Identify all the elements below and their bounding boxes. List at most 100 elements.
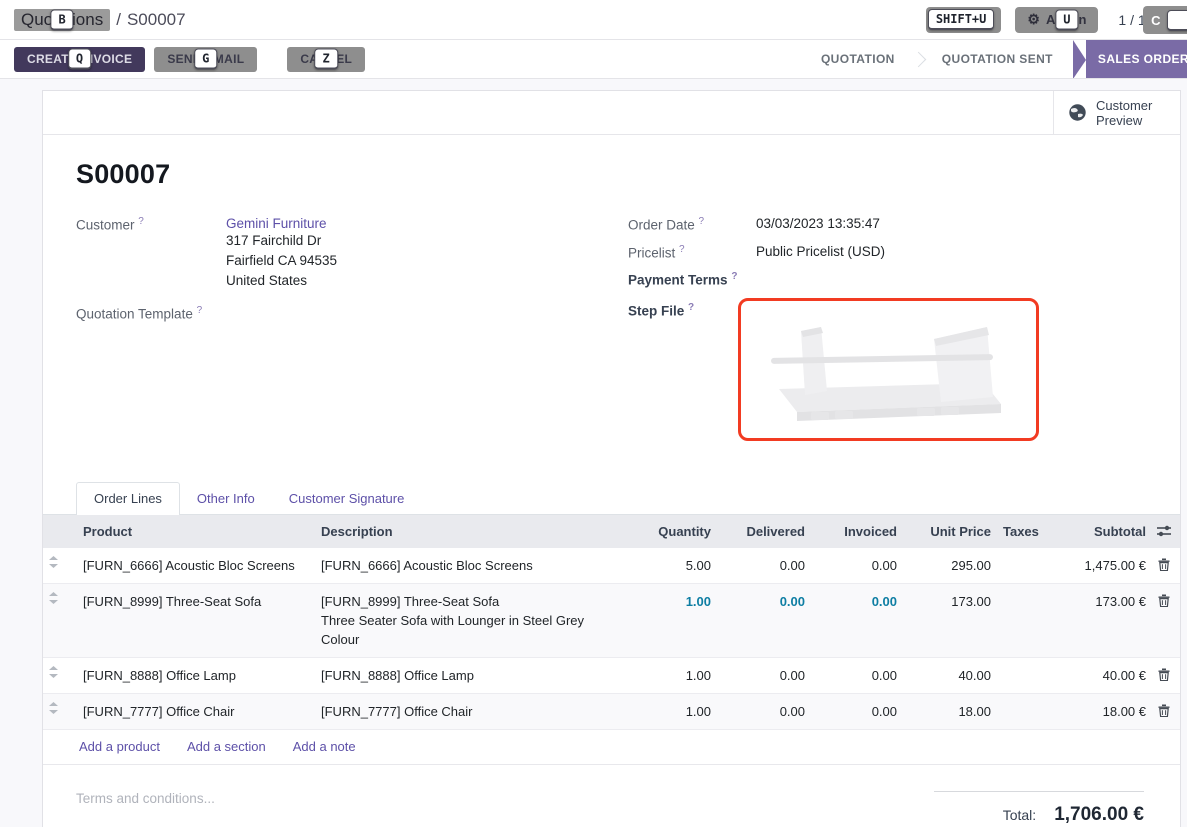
cell-product[interactable]: [FURN_8999] Three-Seat Sofa (77, 583, 315, 657)
col-quantity[interactable]: Quantity (625, 515, 717, 548)
cell-description[interactable]: [FURN_7777] Office Chair (315, 693, 625, 729)
cell-invoiced[interactable]: 0.00 (811, 548, 903, 584)
sheet-button-strip: Customer Preview (43, 91, 1180, 135)
address-line: 317 Fairchild Dr (226, 231, 337, 251)
table-row[interactable]: [FURN_8888] Office Lamp [FURN_8888] Offi… (43, 657, 1180, 693)
statusbar: QUOTATION QUOTATION SENT SALES ORDER (804, 40, 1187, 79)
status-step-sales-order[interactable]: SALES ORDER (1086, 40, 1187, 79)
form-sheet: Customer Preview S00007 Customer ? Gemin… (42, 90, 1181, 827)
table-footer-links: Add a product Add a section Add a note (43, 730, 1180, 765)
help-icon: ? (197, 305, 203, 316)
drag-handle-icon (49, 666, 58, 678)
optional-columns-header[interactable] (1152, 515, 1180, 548)
cell-product[interactable]: [FURN_8888] Office Lamp (77, 657, 315, 693)
col-unit-price[interactable]: Unit Price (903, 515, 997, 548)
add-section-link[interactable]: Add a section (187, 739, 266, 754)
kbd-hint-cancel: Z (314, 49, 338, 70)
kbd-hint-action: U (1055, 9, 1078, 30)
row-drag-handle[interactable] (43, 693, 77, 729)
notebook-tabs: Order Lines Other Info Customer Signatur… (43, 482, 1180, 515)
table-row[interactable]: [FURN_6666] Acoustic Bloc Screens [FURN_… (43, 548, 1180, 584)
payment-terms-field[interactable]: Payment Terms ? (628, 271, 1180, 288)
cancel-button[interactable]: CANCEL Z (287, 47, 365, 72)
cell-taxes[interactable] (997, 657, 1047, 693)
total-block: Total: 1,706.00 € (934, 791, 1144, 826)
cell-description[interactable]: [FURN_8888] Office Lamp (315, 657, 625, 693)
terms-placeholder[interactable]: Terms and conditions... (76, 791, 215, 826)
cell-product[interactable]: [FURN_6666] Acoustic Bloc Screens (77, 548, 315, 584)
cell-invoiced[interactable]: 0.00 (811, 583, 903, 657)
customer-preview-button[interactable]: Customer Preview (1053, 91, 1180, 134)
trash-icon (1158, 558, 1170, 571)
cell-delivered[interactable]: 0.00 (717, 693, 811, 729)
tab-order-lines[interactable]: Order Lines (76, 482, 180, 515)
cell-taxes[interactable] (997, 548, 1047, 584)
status-step-quotation[interactable]: QUOTATION (804, 40, 912, 79)
step-file-image[interactable] (738, 298, 1039, 441)
cell-invoiced[interactable]: 0.00 (811, 657, 903, 693)
row-drag-handle[interactable] (43, 548, 77, 584)
action-menu-button[interactable]: ⚙ Action U (1015, 7, 1098, 33)
delete-row-button[interactable] (1152, 693, 1180, 729)
cell-description[interactable]: [FURN_6666] Acoustic Bloc Screens (315, 548, 625, 584)
kbd-hint-unlock: SHIFT+U (928, 9, 995, 30)
unlock-button[interactable]: SHIFT+U (926, 7, 1002, 33)
cell-delivered[interactable]: 0.00 (717, 657, 811, 693)
kbd-hint-send-email: G (194, 49, 218, 70)
cell-taxes[interactable] (997, 693, 1047, 729)
col-subtotal[interactable]: Subtotal (1047, 515, 1152, 548)
table-row[interactable]: [FURN_8999] Three-Seat Sofa [FURN_8999] … (43, 583, 1180, 657)
cell-delivered[interactable]: 0.00 (717, 583, 811, 657)
trash-icon (1158, 704, 1170, 717)
row-drag-handle[interactable] (43, 583, 77, 657)
add-note-link[interactable]: Add a note (293, 739, 356, 754)
delete-row-button[interactable] (1152, 657, 1180, 693)
cell-unit-price[interactable]: 295.00 (903, 548, 997, 584)
status-step-quotation-sent[interactable]: QUOTATION SENT (925, 40, 1070, 79)
help-icon: ? (699, 216, 705, 227)
cell-delivered[interactable]: 0.00 (717, 548, 811, 584)
cell-product[interactable]: [FURN_7777] Office Chair (77, 693, 315, 729)
cell-unit-price[interactable]: 40.00 (903, 657, 997, 693)
drag-handle-icon (49, 592, 58, 604)
col-product[interactable]: Product (77, 515, 315, 548)
row-drag-handle[interactable] (43, 657, 77, 693)
cell-quantity[interactable]: 5.00 (625, 548, 717, 584)
col-description[interactable]: Description (315, 515, 625, 548)
delete-row-button[interactable] (1152, 548, 1180, 584)
add-product-link[interactable]: Add a product (79, 739, 160, 754)
cell-unit-price[interactable]: 173.00 (903, 583, 997, 657)
tab-other-info[interactable]: Other Info (180, 483, 272, 514)
col-taxes[interactable]: Taxes (997, 515, 1047, 548)
col-invoiced[interactable]: Invoiced (811, 515, 903, 548)
order-date-value[interactable]: 03/03/2023 13:35:47 (756, 216, 880, 233)
cell-quantity[interactable]: 1.00 (625, 583, 717, 657)
truncated-edge-button-label: C (1151, 13, 1160, 28)
order-date-field: Order Date ? 03/03/2023 13:35:47 (628, 216, 1180, 233)
col-delivered[interactable]: Delivered (717, 515, 811, 548)
totals-zone: Terms and conditions... Total: 1,706.00 … (43, 765, 1180, 826)
customer-preview-label: Customer Preview (1096, 98, 1162, 128)
globe-icon (1068, 103, 1087, 122)
cell-quantity[interactable]: 1.00 (625, 657, 717, 693)
breadcrumb-quotations-link[interactable]: Quotations B (14, 9, 110, 31)
cell-subtotal: 40.00 € (1047, 657, 1152, 693)
cell-description[interactable]: [FURN_8999] Three-Seat Sofa Three Seater… (315, 583, 625, 657)
table-row[interactable]: [FURN_7777] Office Chair [FURN_7777] Off… (43, 693, 1180, 729)
customer-link[interactable]: Gemini Furniture (226, 216, 327, 231)
cell-invoiced[interactable]: 0.00 (811, 693, 903, 729)
pricelist-value[interactable]: Public Pricelist (USD) (756, 244, 885, 261)
cell-taxes[interactable] (997, 583, 1047, 657)
fields-right-column: Order Date ? 03/03/2023 13:35:47 Priceli… (628, 216, 1180, 452)
content-area: Customer Preview S00007 Customer ? Gemin… (0, 79, 1187, 827)
tab-customer-signature[interactable]: Customer Signature (272, 483, 422, 514)
cell-unit-price[interactable]: 18.00 (903, 693, 997, 729)
quotation-template-label: Quotation Template ? (76, 305, 226, 322)
cell-quantity[interactable]: 1.00 (625, 693, 717, 729)
send-email-button[interactable]: SEND EMAIL G (154, 47, 257, 72)
gear-icon: ⚙ (1027, 11, 1040, 28)
delete-row-button[interactable] (1152, 583, 1180, 657)
quotation-template-field[interactable]: Quotation Template ? (76, 305, 628, 322)
truncated-edge-button[interactable]: C (1143, 6, 1187, 34)
create-invoice-button[interactable]: CREATE INVOICE Q (14, 47, 145, 72)
